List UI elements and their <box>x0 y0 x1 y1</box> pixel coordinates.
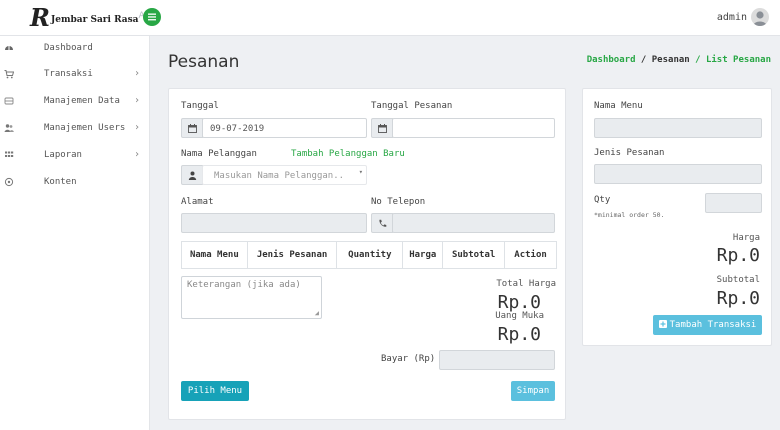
sidebar: Dashboard Transaksi › Manajemen Data › M… <box>0 36 150 430</box>
users-icon <box>4 124 14 132</box>
brand-logo[interactable]: R Jembar Sari Rasa App <box>30 6 156 30</box>
calendar-icon <box>378 124 387 133</box>
nama-menu-input[interactable] <box>594 118 762 138</box>
tanggal-pesanan-label: Tanggal Pesanan <box>371 101 453 111</box>
tanggal-pesanan-input[interactable] <box>392 118 555 138</box>
chevron-right-icon: › <box>134 122 141 133</box>
brand-mark: R <box>30 3 50 32</box>
phone-addon <box>371 213 393 233</box>
sidebar-toggle-button[interactable] <box>143 8 161 26</box>
breadcrumb-separator: / <box>695 55 701 65</box>
chevron-right-icon: › <box>134 149 141 160</box>
menu-item-card: Nama Menu Jenis Pesanan Qty *minimal ord… <box>582 88 772 346</box>
table-header-row: Nama Menu Jenis Pesanan Quantity Harga S… <box>181 241 557 269</box>
tambah-transaksi-label: Tambah Transaksi <box>669 320 757 330</box>
column-header-harga: Harga <box>402 241 444 269</box>
alamat-label: Alamat <box>181 197 214 207</box>
caret-down-icon: ▾ <box>358 168 363 176</box>
user-icon <box>188 171 197 180</box>
page-title: Pesanan <box>168 52 240 72</box>
nama-menu-label: Nama Menu <box>594 101 643 111</box>
tanggal-label: Tanggal <box>181 101 219 111</box>
column-header-jenis-pesanan: Jenis Pesanan <box>246 241 338 269</box>
subtotal-label: Subtotal <box>716 275 760 285</box>
menu-icon <box>148 13 156 21</box>
calendar-addon <box>371 118 393 138</box>
sidebar-item-label: Manajemen Users <box>44 123 126 133</box>
bayar-label: Bayar (Rp) <box>381 354 436 364</box>
chevron-right-icon: › <box>134 68 141 79</box>
dashboard-icon <box>5 46 13 50</box>
tambah-pelanggan-link[interactable]: Tambah Pelanggan Baru <box>291 149 405 159</box>
jenis-pesanan-input[interactable] <box>594 164 762 184</box>
breadcrumb-list-pesanan[interactable]: List Pesanan <box>706 55 771 65</box>
tanggal-input[interactable]: 09-07-2019 <box>202 118 367 138</box>
column-header-subtotal: Subtotal <box>442 241 506 269</box>
total-harga-label: Total Harga <box>496 279 556 289</box>
qty-label: Qty <box>594 195 611 205</box>
nama-pelanggan-label: Nama Pelanggan <box>181 149 257 159</box>
column-header-action: Action <box>504 241 557 269</box>
order-items-table: Nama Menu Jenis Pesanan Quantity Harga S… <box>181 241 557 269</box>
avatar[interactable] <box>751 8 769 26</box>
uang-muka-label: Uang Muka <box>495 311 544 321</box>
sidebar-item-manajemen-data[interactable]: Manajemen Data › <box>0 89 150 115</box>
chevron-right-icon: › <box>134 95 141 106</box>
breadcrumb: Dashboard / Pesanan / List Pesanan <box>587 55 771 65</box>
user-addon <box>181 165 203 185</box>
no-telepon-input[interactable] <box>392 213 555 233</box>
column-header-nama-menu: Nama Menu <box>181 241 248 269</box>
resize-handle-icon[interactable]: ◢ <box>315 309 319 317</box>
sidebar-item-transaksi[interactable]: Transaksi › <box>0 62 150 88</box>
cart-icon <box>4 70 14 79</box>
user-name[interactable]: admin <box>717 12 747 23</box>
keterangan-placeholder: Keterangan (jika ada) <box>187 280 301 290</box>
calendar-icon <box>188 124 197 133</box>
harga-value: Rp.0 <box>716 245 760 266</box>
sidebar-item-label: Laporan <box>44 150 82 160</box>
jenis-pesanan-label: Jenis Pesanan <box>594 148 665 158</box>
keterangan-textarea[interactable]: Keterangan (jika ada) ◢ <box>181 276 322 319</box>
user-avatar-icon <box>753 11 767 26</box>
nama-pelanggan-select[interactable]: Masukan Nama Pelanggan.. ▾ <box>202 165 367 185</box>
column-header-quantity: Quantity <box>336 241 404 269</box>
tambah-transaksi-button[interactable]: Tambah Transaksi <box>653 315 762 335</box>
simpan-button[interactable]: Simpan <box>511 381 555 401</box>
sidebar-item-label: Transaksi <box>44 69 93 79</box>
plus-square-icon <box>658 320 667 328</box>
brand-name: Jembar Sari Rasa <box>50 15 139 25</box>
tanggal-value: 09-07-2019 <box>210 124 265 134</box>
top-navbar: R Jembar Sari Rasa App admin <box>0 0 780 36</box>
sidebar-item-label: Konten <box>44 177 77 187</box>
qty-input[interactable] <box>705 193 762 213</box>
pilih-menu-button[interactable]: Pilih Menu <box>181 381 249 401</box>
nama-pelanggan-placeholder: Masukan Nama Pelanggan.. <box>214 171 345 181</box>
sidebar-item-label: Dashboard <box>44 43 93 53</box>
alamat-input[interactable] <box>181 213 367 233</box>
sidebar-item-manajemen-users[interactable]: Manajemen Users › <box>0 116 150 142</box>
database-icon <box>4 97 14 105</box>
uang-muka-value: Rp.0 <box>497 324 541 345</box>
calendar-addon <box>181 118 203 138</box>
phone-icon <box>379 219 387 227</box>
sidebar-item-laporan[interactable]: Laporan › <box>0 143 150 169</box>
subtotal-value: Rp.0 <box>716 288 760 309</box>
total-harga-value: Rp.0 <box>497 292 541 313</box>
sidebar-item-label: Manajemen Data <box>44 96 120 106</box>
table-icon <box>5 151 14 157</box>
breadcrumb-separator: / <box>640 55 647 65</box>
breadcrumb-pesanan: Pesanan <box>651 55 690 65</box>
qty-note: *minimal order 50. <box>594 211 665 219</box>
harga-label: Harga <box>732 233 760 243</box>
order-form-card: Tanggal 09-07-2019 Tanggal Pesanan Nama … <box>168 88 566 420</box>
bayar-input[interactable] <box>439 350 555 370</box>
sidebar-item-konten[interactable]: Konten <box>0 170 150 196</box>
no-telepon-label: No Telepon <box>371 197 426 207</box>
sidebar-item-dashboard[interactable]: Dashboard <box>0 36 150 62</box>
circle-icon <box>4 177 14 187</box>
breadcrumb-dashboard[interactable]: Dashboard <box>587 55 636 65</box>
